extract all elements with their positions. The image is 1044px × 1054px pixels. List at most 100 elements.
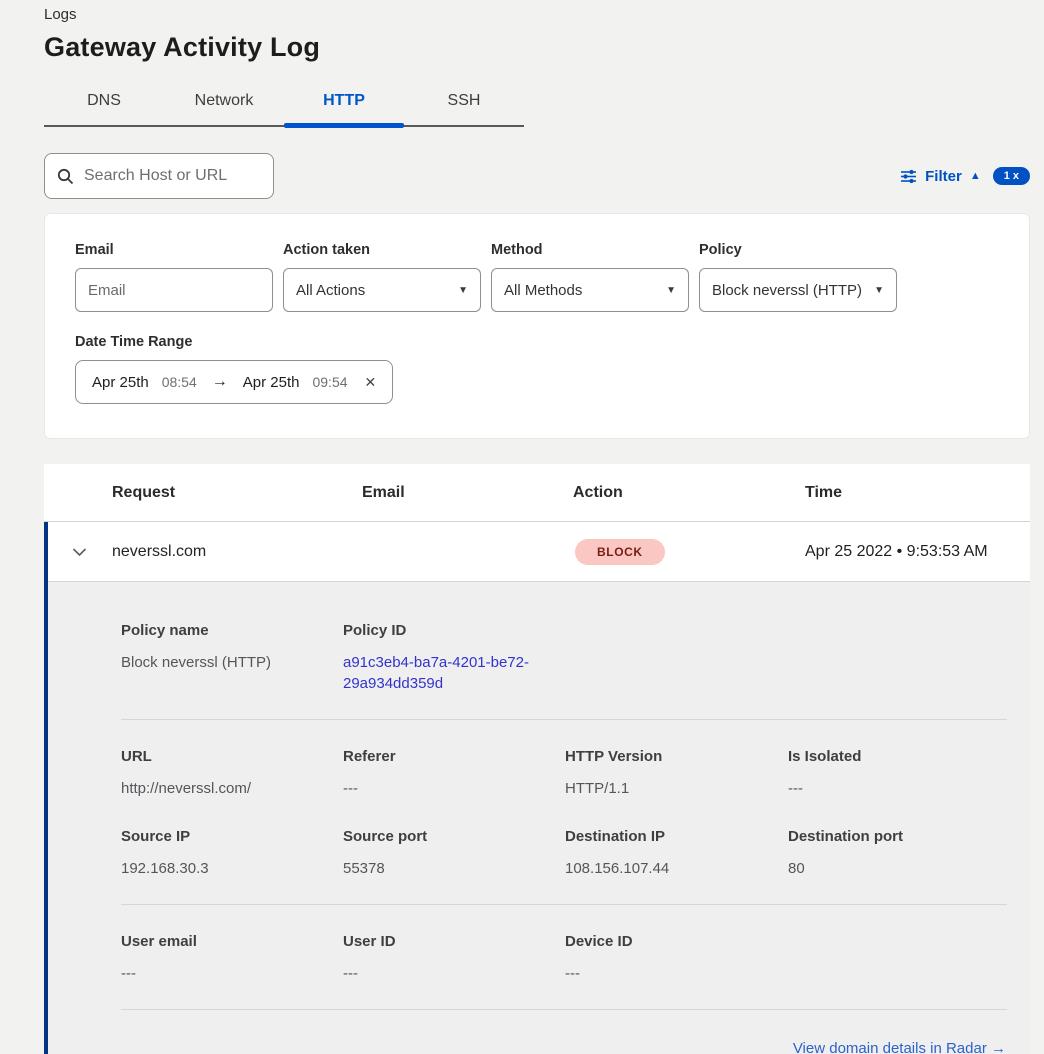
- policy-id-link[interactable]: a91c3eb4-ba7a-4201-be72-29a934dd359d: [343, 652, 538, 694]
- filter-toggle[interactable]: Filter ▲ 1 x: [900, 167, 1030, 185]
- source-ip-label: Source IP: [121, 828, 343, 845]
- destination-ip-field: Destination IP 108.156.107.44: [565, 828, 788, 879]
- caret-down-icon: ▼: [666, 285, 676, 296]
- http-version-value: HTTP/1.1: [565, 778, 788, 799]
- filter-label: Filter: [925, 168, 962, 185]
- destination-port-field: Destination port 80: [788, 828, 1007, 879]
- block-status-badge: BLOCK: [575, 539, 665, 565]
- date-range-field: Date Time Range Apr 25th 08:54 → Apr 25t…: [75, 334, 999, 404]
- user-email-field: User email ---: [121, 933, 343, 984]
- http-version-field: HTTP Version HTTP/1.1: [565, 748, 788, 799]
- col-header-request: Request: [112, 484, 362, 502]
- filter-count-badge: 1 x: [993, 167, 1030, 185]
- destination-ip-label: Destination IP: [565, 828, 788, 845]
- row-detail-panel: Policy name Block neverssl (HTTP) Policy…: [48, 582, 1030, 1054]
- caret-down-icon: ▼: [458, 285, 468, 296]
- log-type-tabs: DNS Network HTTP SSH: [44, 83, 524, 127]
- device-id-field: Device ID ---: [565, 933, 788, 984]
- referer-value: ---: [343, 778, 565, 799]
- close-icon[interactable]: ✕: [365, 374, 377, 391]
- date-range-picker[interactable]: Apr 25th 08:54 → Apr 25th 09:54 ✕: [75, 360, 393, 404]
- is-isolated-field: Is Isolated ---: [788, 748, 1007, 799]
- chevron-down-icon[interactable]: [48, 547, 112, 557]
- method-filter-select[interactable]: All Methods ▼: [491, 268, 689, 312]
- device-id-value: ---: [565, 963, 788, 984]
- activity-log-table: Request Email Action Time neverssl.com B…: [44, 464, 1030, 1054]
- divider: [121, 719, 1007, 720]
- destination-port-label: Destination port: [788, 828, 1007, 845]
- page-title: Gateway Activity Log: [44, 32, 1030, 63]
- arrow-right-icon: →: [212, 373, 228, 391]
- http-version-label: HTTP Version: [565, 748, 788, 765]
- policy-name-field: Policy name Block neverssl (HTTP): [121, 622, 343, 694]
- referer-field: Referer ---: [343, 748, 565, 799]
- source-port-label: Source port: [343, 828, 565, 845]
- col-header-action: Action: [573, 484, 805, 502]
- device-id-label: Device ID: [565, 933, 788, 950]
- breadcrumb[interactable]: Logs: [44, 6, 1030, 23]
- range-start-date[interactable]: Apr 25th: [92, 374, 149, 391]
- policy-filter-label: Policy: [699, 242, 897, 258]
- http-detail-row-1: URL http://neverssl.com/ Referer --- HTT…: [121, 748, 1007, 799]
- destination-ip-value: 108.156.107.44: [565, 858, 788, 879]
- source-ip-value: 192.168.30.3: [121, 858, 343, 879]
- action-filter-label: Action taken: [283, 242, 481, 258]
- source-ip-field: Source IP 192.168.30.3: [121, 828, 343, 879]
- search-icon: [57, 168, 74, 185]
- source-port-value: 55378: [343, 858, 565, 879]
- user-id-label: User ID: [343, 933, 565, 950]
- destination-port-value: 80: [788, 858, 1007, 879]
- policy-section: Policy name Block neverssl (HTTP) Policy…: [121, 622, 1007, 694]
- source-port-field: Source port 55378: [343, 828, 565, 879]
- method-filter-field: Method All Methods ▼: [491, 242, 689, 312]
- method-filter-label: Method: [491, 242, 689, 258]
- email-filter-field: Email: [75, 242, 273, 312]
- search-filter-row: Filter ▲ 1 x: [44, 153, 1030, 199]
- referer-label: Referer: [343, 748, 565, 765]
- tab-ssh[interactable]: SSH: [404, 83, 524, 125]
- radar-link-row: View domain details in Radar →: [121, 1040, 1007, 1054]
- divider: [121, 1009, 1007, 1010]
- col-header-time: Time: [805, 484, 1030, 502]
- policy-filter-value: Block neverssl (HTTP): [712, 282, 862, 299]
- policy-id-field: Policy ID a91c3eb4-ba7a-4201-be72-29a934…: [343, 622, 565, 694]
- email-filter-input[interactable]: [75, 268, 273, 312]
- gateway-activity-log-page: Logs Gateway Activity Log DNS Network HT…: [0, 0, 1044, 1054]
- email-filter-label: Email: [75, 242, 273, 258]
- is-isolated-label: Is Isolated: [788, 748, 1007, 765]
- divider: [121, 904, 1007, 905]
- tab-network[interactable]: Network: [164, 83, 284, 125]
- user-detail-row: User email --- User ID --- Device ID ---: [121, 933, 1007, 984]
- search-input[interactable]: [84, 167, 261, 185]
- policy-name-label: Policy name: [121, 622, 343, 639]
- range-end-date[interactable]: Apr 25th: [243, 374, 300, 391]
- search-box[interactable]: [44, 153, 274, 199]
- row-request: neverssl.com: [112, 543, 362, 561]
- url-label: URL: [121, 748, 343, 765]
- policy-filter-field: Policy Block neverssl (HTTP) ▼: [699, 242, 897, 312]
- tab-dns[interactable]: DNS: [44, 83, 164, 125]
- filter-panel: Email Action taken All Actions ▼ Method …: [44, 213, 1030, 439]
- table-header-row: Request Email Action Time: [44, 464, 1030, 522]
- filter-fields-row: Email Action taken All Actions ▼ Method …: [75, 242, 999, 312]
- table-row[interactable]: neverssl.com BLOCK Apr 25 2022 • 9:53:53…: [48, 522, 1030, 582]
- action-filter-field: Action taken All Actions ▼: [283, 242, 481, 312]
- col-header-email: Email: [362, 484, 573, 502]
- view-radar-link[interactable]: View domain details in Radar →: [793, 1040, 1006, 1054]
- range-start-time[interactable]: 08:54: [162, 374, 197, 390]
- caret-up-icon: ▲: [970, 170, 981, 182]
- range-end-time[interactable]: 09:54: [312, 374, 347, 390]
- policy-filter-select[interactable]: Block neverssl (HTTP) ▼: [699, 268, 897, 312]
- user-email-value: ---: [121, 963, 343, 984]
- tab-http[interactable]: HTTP: [284, 83, 404, 125]
- expanded-row-container: neverssl.com BLOCK Apr 25 2022 • 9:53:53…: [44, 522, 1030, 1054]
- url-value: http://neverssl.com/: [121, 778, 343, 799]
- user-id-field: User ID ---: [343, 933, 565, 984]
- http-detail-row-2: Source IP 192.168.30.3 Source port 55378…: [121, 828, 1007, 879]
- row-action: BLOCK: [573, 539, 805, 565]
- action-filter-value: All Actions: [296, 282, 365, 299]
- policy-id-label: Policy ID: [343, 622, 565, 639]
- user-id-value: ---: [343, 963, 565, 984]
- action-filter-select[interactable]: All Actions ▼: [283, 268, 481, 312]
- policy-name-value: Block neverssl (HTTP): [121, 652, 343, 673]
